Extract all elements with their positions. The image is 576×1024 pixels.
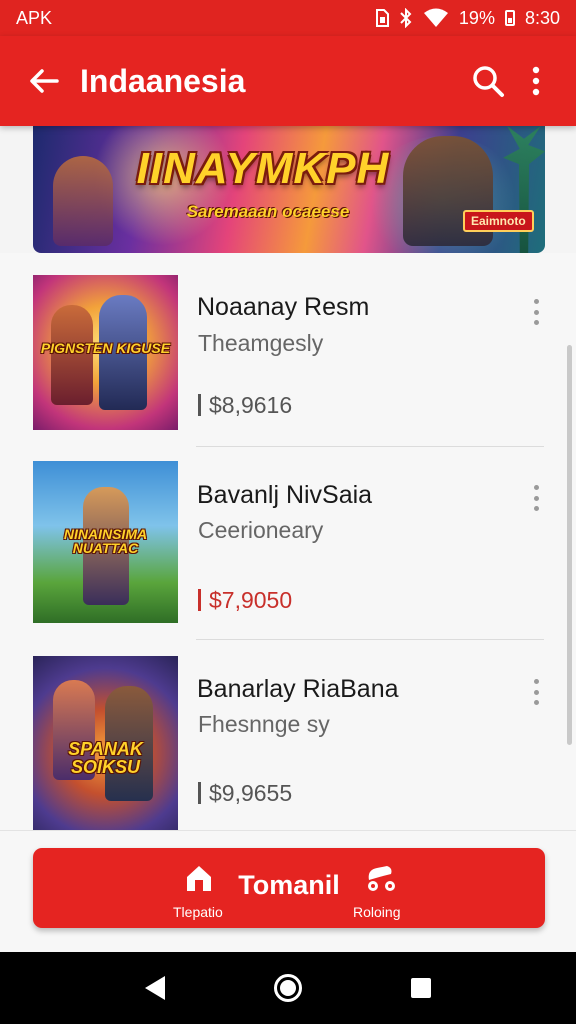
battery-icon — [504, 10, 515, 26]
thumbnail-title: PIGNSTEN KIGUSE — [40, 340, 171, 356]
search-icon — [473, 66, 504, 97]
item-more-button[interactable] — [524, 295, 548, 329]
status-left-label: APK — [16, 7, 53, 28]
page-title: Indaanesia — [80, 62, 246, 99]
list-item[interactable]: SPANAK SOIKSU Banarlay RiaBana Fhesnnge … — [0, 641, 576, 830]
game-price: $9,9655 — [198, 780, 292, 807]
bluetooth-icon — [400, 8, 412, 28]
sim-icon — [375, 9, 389, 27]
game-price: $8,9616 — [198, 392, 292, 419]
app-screen: APK 19% 8:30 Indaanesia IINAYMKPH Sarema… — [0, 0, 576, 1024]
battery-percent: 19% — [458, 7, 495, 28]
game-thumbnail: PIGNSTEN KIGUSE — [33, 275, 178, 430]
thumbnail-title: NINAINSIMA NUATTAC — [63, 526, 148, 556]
list-item[interactable]: NINAINSIMA NUATTAC Bavanlj NivSaia Ceeri… — [0, 447, 576, 641]
banner-subtitle: Saremaaan ocaeese — [186, 202, 350, 221]
banner-character-left — [53, 156, 113, 246]
status-right: 19% 8:30 — [375, 8, 560, 29]
price-value: $8,9616 — [209, 392, 293, 418]
nav-recents-icon[interactable] — [411, 978, 432, 998]
search-button[interactable] — [464, 53, 512, 109]
wifi-icon — [423, 8, 448, 27]
game-name: Banarlay RiaBana — [197, 675, 399, 703]
back-button[interactable] — [16, 53, 72, 109]
scrollbar[interactable] — [567, 345, 572, 745]
price-bar — [198, 782, 201, 804]
game-subtitle: Fhesnnge sy — [198, 711, 330, 737]
nav-home-icon[interactable] — [273, 974, 302, 1002]
clock: 8:30 — [524, 7, 560, 28]
thumbnail-title: SPANAK SOIKSU — [68, 739, 143, 777]
primary-action-label: Tomanil — [238, 870, 340, 900]
more-vert-icon — [532, 66, 540, 96]
right-caption: Roloing — [353, 904, 401, 920]
game-name: Bavanlj NivSaia — [197, 481, 373, 509]
item-more-button[interactable] — [524, 675, 548, 709]
game-name: Noaanay Resm — [197, 293, 370, 321]
nav-back-icon[interactable] — [144, 976, 165, 1000]
arrow-left-icon — [30, 69, 59, 93]
price-value: $9,9655 — [209, 780, 293, 806]
primary-action-button[interactable]: Tomanil Tlepatio Roloing — [33, 848, 545, 928]
list-item[interactable]: PIGNSTEN KIGUSE Noaanay Resm Theamgesly … — [0, 253, 576, 447]
price-bar — [198, 394, 201, 416]
bottom-action-area: Tomanil Tlepatio Roloing — [0, 830, 576, 952]
game-subtitle: Ceerioneary — [198, 517, 324, 543]
game-price: $7,9050 — [198, 587, 292, 614]
banner-tag: Eaimnoto — [463, 210, 534, 232]
system-nav-bar — [0, 952, 576, 1024]
game-thumbnail: SPANAK SOIKSU — [33, 656, 178, 830]
game-list: PIGNSTEN KIGUSE Noaanay Resm Theamgesly … — [0, 253, 576, 830]
app-bar: Indaanesia — [0, 36, 576, 126]
price-value: $7,9050 — [209, 587, 293, 613]
price-bar — [198, 589, 201, 611]
status-bar: APK 19% 8:30 — [0, 0, 576, 36]
promo-banner[interactable]: IINAYMKPH Saremaaan ocaeese Eaimnoto — [33, 126, 545, 253]
game-subtitle: Theamgesly — [198, 330, 324, 356]
banner-title: IINAYMKPH — [136, 144, 390, 193]
game-thumbnail: NINAINSIMA NUATTAC — [33, 461, 178, 623]
list-divider — [196, 639, 544, 640]
item-more-button[interactable] — [524, 481, 548, 515]
overflow-menu-button[interactable] — [512, 53, 560, 109]
left-caption: Tlepatio — [173, 904, 223, 920]
